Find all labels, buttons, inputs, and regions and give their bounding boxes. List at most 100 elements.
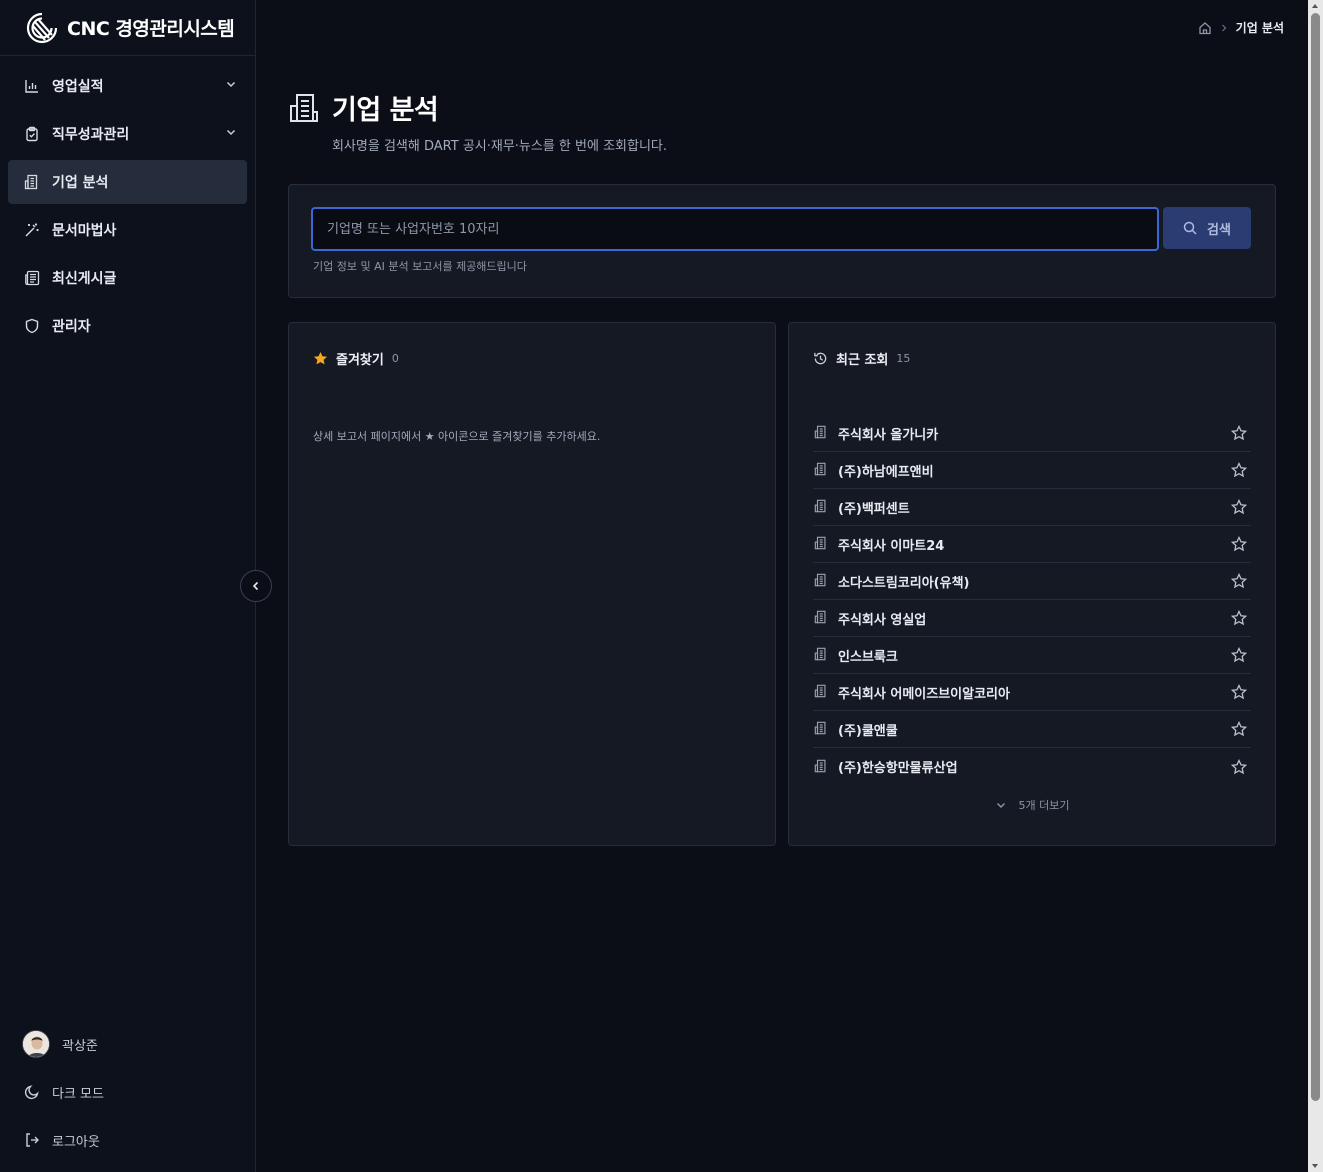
chevron-down-icon[interactable] xyxy=(225,126,237,138)
show-more-label: 5개 더보기 xyxy=(1018,799,1070,812)
recent-list: 주식회사 올가니카 (주)하남에프앤비 (주)백퍼센트 주식회사 이마트24 소 xyxy=(813,415,1251,785)
star-outline-icon[interactable] xyxy=(1231,573,1247,589)
bar-chart-icon xyxy=(24,78,40,94)
breadcrumb: 기업 분석 xyxy=(1198,19,1284,36)
favorites-empty-message: 상세 보고서 페이지에서 ★ 아이콘으로 즐겨찾기를 추가하세요. xyxy=(313,430,601,443)
favorites-panel: 즐겨찾기 0 상세 보고서 페이지에서 ★ 아이콘으로 즐겨찾기를 추가하세요. xyxy=(288,322,776,846)
list-item[interactable]: 소다스트림코리아(유책) xyxy=(813,563,1251,600)
star-outline-icon[interactable] xyxy=(1231,499,1247,515)
favorites-header: 즐겨찾기 0 xyxy=(313,349,399,368)
chevron-left-icon xyxy=(250,580,262,592)
sidebar-collapse-button[interactable] xyxy=(240,570,272,602)
building-icon xyxy=(814,536,830,552)
scroll-up-arrow-icon[interactable] xyxy=(1312,4,1318,8)
chevron-down-icon[interactable] xyxy=(225,78,237,90)
sidebar-nav: 영업실적 직무성과관리 기업 분석 문서마법사 최신게시글 관리자 xyxy=(0,56,255,348)
page-header: 기업 분석 회사명을 검색해 DART 공시·재무·뉴스를 한 번에 조회합니다… xyxy=(288,88,667,154)
home-icon[interactable] xyxy=(1198,21,1212,35)
list-item[interactable]: 주식회사 이마트24 xyxy=(813,526,1251,563)
star-outline-icon[interactable] xyxy=(1231,610,1247,626)
star-outline-icon[interactable] xyxy=(1231,425,1247,441)
star-outline-icon[interactable] xyxy=(1231,758,1247,775)
recent-title: 최근 조회 xyxy=(836,353,889,368)
building-icon xyxy=(288,92,320,124)
sidebar-item-label: 관리자 xyxy=(52,319,91,335)
star-outline-icon[interactable] xyxy=(1231,647,1247,663)
sidebar-item-label: 기업 분석 xyxy=(52,175,109,191)
search-hint: 기업 정보 및 AI 분석 보고서를 제공해드립니다 xyxy=(313,260,527,273)
company-name: 주식회사 올가니카 xyxy=(838,427,939,443)
recent-header: 최근 조회 15 xyxy=(813,349,910,368)
clipboard-check-icon xyxy=(24,126,40,142)
history-icon xyxy=(813,351,828,366)
building-icon xyxy=(814,610,830,626)
sidebar-bottom: 곽상준 다크 모드 로그아웃 xyxy=(0,1020,255,1172)
sidebar-item-company-analysis[interactable]: 기업 분석 xyxy=(8,160,247,204)
company-name: 주식회사 영실업 xyxy=(838,612,927,628)
building-icon xyxy=(814,573,830,589)
sidebar-item-performance[interactable]: 직무성과관리 xyxy=(8,112,247,156)
favorites-count: 0 xyxy=(391,352,399,365)
scroll-down-arrow-icon[interactable] xyxy=(1312,1164,1318,1168)
list-item[interactable]: (주)백퍼센트 xyxy=(813,489,1251,526)
list-item[interactable]: (주)하남에프앤비 xyxy=(813,452,1251,489)
chevron-right-icon xyxy=(1220,24,1228,32)
building-icon xyxy=(814,499,830,515)
company-search-input[interactable] xyxy=(311,207,1159,251)
sidebar-item-label: 문서마법사 xyxy=(52,223,117,239)
company-name: 주식회사 이마트24 xyxy=(838,538,945,554)
company-name: 인스브룩크 xyxy=(838,649,898,665)
scroll-thumb[interactable] xyxy=(1311,13,1320,1101)
logout-button[interactable]: 로그아웃 xyxy=(8,1116,247,1164)
favorites-title: 즐겨찾기 xyxy=(336,353,384,368)
search-button-label: 검색 xyxy=(1207,222,1231,238)
chevron-down-icon xyxy=(995,799,1007,811)
search-icon xyxy=(1183,221,1197,235)
user-profile[interactable]: 곽상준 xyxy=(8,1020,247,1068)
shield-icon xyxy=(24,318,40,334)
list-item[interactable]: (주)한승항만물류산업 xyxy=(813,748,1251,785)
user-name: 곽상준 xyxy=(62,1038,98,1054)
recent-panel: 최근 조회 15 주식회사 올가니카 (주)하남에프앤비 (주)백퍼센트 주식회… xyxy=(788,322,1276,846)
star-outline-icon[interactable] xyxy=(1231,684,1247,700)
page-title: 기업 분석 xyxy=(332,95,439,126)
list-item[interactable]: 주식회사 영실업 xyxy=(813,600,1251,637)
show-more-button[interactable]: 5개 더보기 xyxy=(789,797,1275,813)
search-card: 검색 기업 정보 및 AI 분석 보고서를 제공해드립니다 xyxy=(288,184,1276,298)
company-name: (주)백퍼센트 xyxy=(838,501,910,517)
list-item[interactable]: (주)쿨앤쿨 xyxy=(813,711,1251,748)
dark-mode-toggle[interactable]: 다크 모드 xyxy=(8,1068,247,1116)
star-outline-icon[interactable] xyxy=(1231,462,1247,478)
building-icon xyxy=(814,462,830,478)
sidebar: CNC 경영관리시스템 영업실적 직무성과관리 기업 분석 문서마법사 최신게시… xyxy=(0,0,256,1172)
building-icon xyxy=(24,174,40,190)
page-subtitle: 회사명을 검색해 DART 공시·재무·뉴스를 한 번에 조회합니다. xyxy=(332,139,668,154)
star-outline-icon[interactable] xyxy=(1231,721,1247,737)
logout-icon xyxy=(24,1132,40,1148)
sidebar-item-document-wizard[interactable]: 문서마법사 xyxy=(8,208,247,252)
company-name: (주)하남에프앤비 xyxy=(838,464,934,480)
brand[interactable]: CNC 경영관리시스템 xyxy=(0,0,255,56)
company-name: (주)한승항만물류산업 xyxy=(838,761,958,776)
brand-name: CNC 경영관리시스템 xyxy=(67,18,235,40)
building-icon xyxy=(814,647,830,663)
company-name: (주)쿨앤쿨 xyxy=(838,723,898,739)
cnc-logo-icon xyxy=(25,11,59,45)
sidebar-item-label: 최신게시글 xyxy=(52,271,117,287)
breadcrumb-current: 기업 분석 xyxy=(1235,21,1284,35)
building-icon xyxy=(814,684,830,700)
sidebar-item-sales[interactable]: 영업실적 xyxy=(8,64,247,108)
list-item[interactable]: 인스브룩크 xyxy=(813,637,1251,674)
company-name: 주식회사 어메이즈브이알코리아 xyxy=(838,686,1010,702)
sidebar-item-latest-posts[interactable]: 최신게시글 xyxy=(8,256,247,300)
recent-count: 15 xyxy=(896,352,911,365)
star-outline-icon[interactable] xyxy=(1231,536,1247,552)
list-item[interactable]: 주식회사 올가니카 xyxy=(813,415,1251,452)
page-scrollbar[interactable] xyxy=(1308,0,1323,1172)
company-name: 소다스트림코리아(유책) xyxy=(838,575,970,591)
sidebar-item-label: 직무성과관리 xyxy=(52,127,130,143)
sidebar-item-admin[interactable]: 관리자 xyxy=(8,304,247,348)
main-content: 기업 분석 기업 분석 회사명을 검색해 DART 공시·재무·뉴스를 한 번에… xyxy=(256,0,1308,1172)
search-button[interactable]: 검색 xyxy=(1163,207,1251,249)
list-item[interactable]: 주식회사 어메이즈브이알코리아 xyxy=(813,674,1251,711)
